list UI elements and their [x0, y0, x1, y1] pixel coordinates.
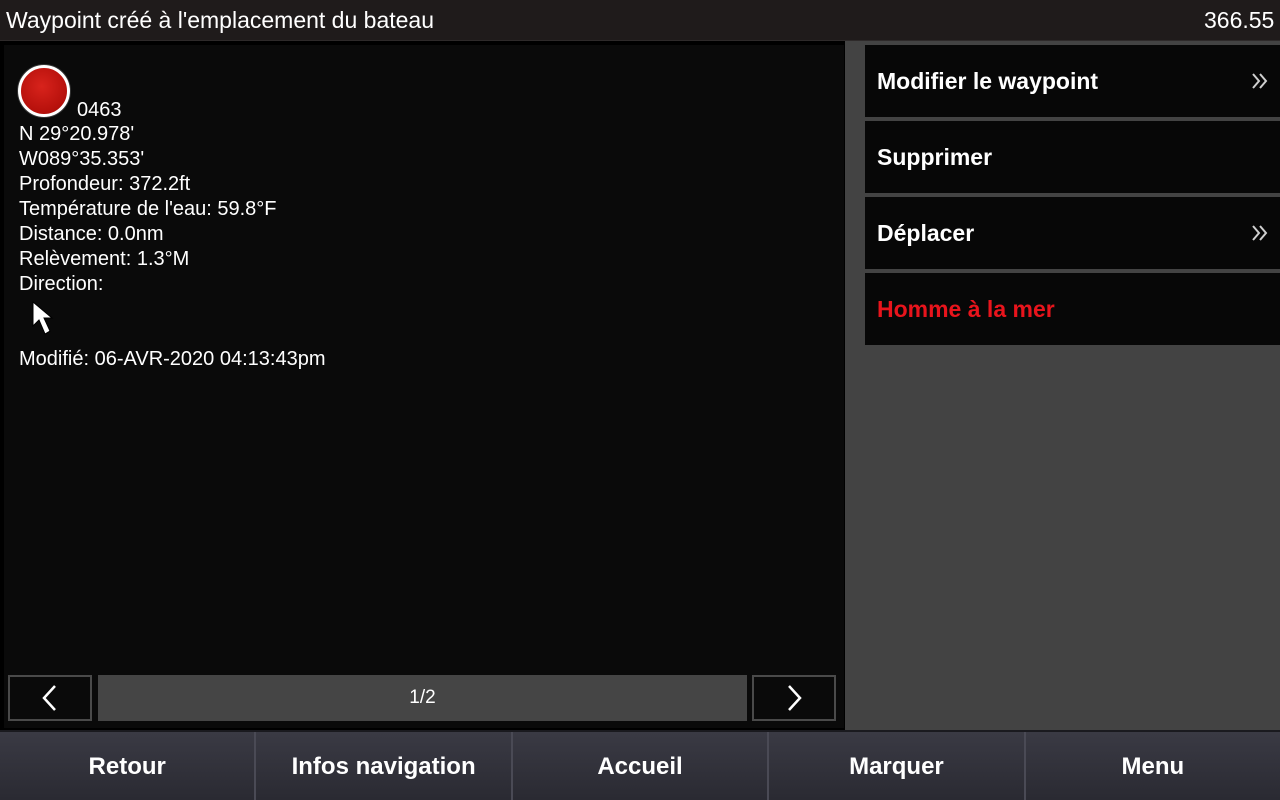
double-chevron-right-icon — [1252, 73, 1268, 89]
bottom-nav-bar: Retour Infos navigation Accueil Marquer … — [0, 730, 1280, 800]
home-button[interactable]: Accueil — [513, 732, 770, 800]
direction-text: Direction: — [19, 273, 104, 295]
depth-text: Profondeur: 372.2ft — [19, 173, 191, 195]
man-overboard-button[interactable]: Homme à la mer — [865, 273, 1280, 345]
waypoint-detail-panel: 0463 N 29°20.978' W089°35.353' Profondeu… — [4, 45, 844, 728]
distance-text: Distance: 0.0nm — [19, 223, 164, 245]
previous-page-button[interactable] — [8, 675, 92, 721]
page-indicator: 1/2 — [98, 675, 747, 721]
menu-item-label: Supprimer — [877, 143, 993, 170]
status-readout: 366.55 — [1204, 7, 1275, 33]
chevron-right-icon — [788, 685, 802, 711]
back-button[interactable]: Retour — [0, 732, 257, 800]
move-button[interactable]: Déplacer — [865, 197, 1280, 269]
delete-button[interactable]: Supprimer — [865, 121, 1280, 193]
menu-item-label: Homme à la mer — [877, 295, 1055, 322]
double-chevron-right-icon — [1252, 225, 1268, 241]
modified-text: Modifié: 06-AVR-2020 04:13:43pm — [19, 348, 326, 370]
menu-item-label: Déplacer — [877, 219, 975, 246]
app-window: Waypoint créé à l'emplacement du bateau … — [0, 0, 1280, 800]
menu-item-label: Modifier le waypoint — [877, 67, 1099, 94]
water-temp-text: Température de l'eau: 59.8°F — [19, 198, 277, 220]
page-title: Waypoint créé à l'emplacement du bateau — [6, 7, 435, 33]
direction-arrow-icon — [32, 300, 54, 335]
latitude-text: N 29°20.978' — [19, 123, 135, 145]
bearing-text: Relèvement: 1.3°M — [19, 248, 190, 270]
options-menu: Modifier le waypoint Supprimer Déplacer … — [845, 41, 1280, 730]
page-number: 1/2 — [409, 687, 436, 708]
mark-button[interactable]: Marquer — [769, 732, 1026, 800]
next-page-button[interactable] — [752, 675, 836, 721]
title-bar: Waypoint créé à l'emplacement du bateau … — [0, 0, 1280, 41]
edit-waypoint-button[interactable]: Modifier le waypoint — [865, 45, 1280, 117]
longitude-text: W089°35.353' — [19, 148, 145, 170]
waypoint-name: 0463 — [77, 99, 122, 121]
nav-info-button[interactable]: Infos navigation — [256, 732, 513, 800]
waypoint-icon — [18, 65, 70, 117]
menu-button[interactable]: Menu — [1026, 732, 1280, 800]
chevron-left-icon — [42, 685, 56, 711]
